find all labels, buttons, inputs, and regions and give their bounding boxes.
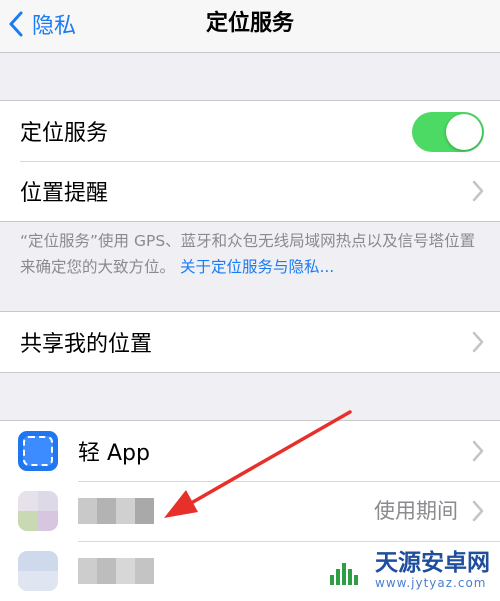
page-title: 定位服务 [205, 11, 294, 36]
location-settings-group: 定位服务 位置提醒 [0, 100, 500, 222]
watermark-text: 天源安卓网 www.jytyaz.com [375, 550, 490, 590]
app-row-blurred[interactable]: 使用期间 [0, 481, 500, 541]
share-my-location-label: 共享我的位置 [20, 332, 153, 357]
location-services-label: 定位服务 [20, 121, 109, 146]
location-alerts-label: 位置提醒 [20, 181, 109, 206]
location-services-row: 定位服务 [0, 101, 500, 161]
privacy-link[interactable]: 关于定位服务与隐私... [180, 258, 334, 276]
chevron-right-icon [472, 500, 484, 522]
chevron-right-icon [472, 331, 484, 353]
location-footnote: “定位服务”使用 GPS、蓝牙和众包无线局域网热点以及信号塔位置来确定您的大致方… [20, 228, 482, 280]
blurred-app-icon [18, 491, 58, 531]
watermark-title: 天源安卓网 [375, 550, 490, 576]
app-row-light-app[interactable]: 轻 App [0, 421, 500, 481]
watermark-url: www.jytyaz.com [375, 576, 487, 590]
location-services-toggle[interactable] [412, 112, 484, 152]
share-my-location-row[interactable]: 共享我的位置 [0, 312, 500, 372]
blurred-app-icon [18, 551, 58, 591]
location-alerts-row[interactable]: 位置提醒 [0, 161, 500, 221]
watermark-logo-icon [325, 549, 367, 591]
navigation-bar: 隐私 定位服务 [0, 0, 500, 53]
chevron-right-icon [472, 440, 484, 462]
watermark: 天源安卓网 www.jytyaz.com [325, 548, 490, 592]
chevron-right-icon [472, 180, 484, 202]
share-location-group: 共享我的位置 [0, 311, 500, 373]
toggle-knob [446, 114, 482, 150]
light-app-icon [18, 431, 58, 471]
blurred-app-name [78, 558, 154, 584]
blurred-app-name [78, 498, 154, 524]
permission-value: 使用期间 [374, 499, 458, 523]
app-name: 轻 App [78, 441, 150, 466]
